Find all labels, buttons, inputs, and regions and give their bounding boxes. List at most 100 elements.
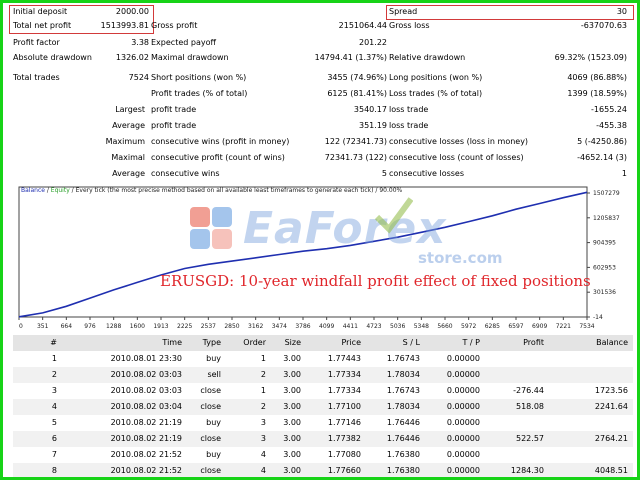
table-cell: Order <box>243 338 266 347</box>
table-cell: 3.00 <box>283 386 301 395</box>
x-tick-label: 4723 <box>366 323 381 330</box>
max-cons-wins-value: 122 (72341.73) <box>324 137 387 146</box>
table-cell: 1 <box>260 386 266 395</box>
table-cell: 0.00000 <box>446 370 480 379</box>
eaforex-logo-icon <box>190 207 232 249</box>
expected-payoff-value: 201.22 <box>359 38 387 47</box>
x-tick-label: 5660 <box>437 323 452 330</box>
profit-factor-label: Profit factor <box>13 38 60 47</box>
initial-deposit-value: 2000.00 <box>115 7 149 16</box>
table-cell: 518.08 <box>516 402 544 411</box>
x-tick-label: 3162 <box>248 323 263 330</box>
table-cell: 1.77334 <box>327 386 361 395</box>
y-tick-label: 904395 <box>593 240 616 247</box>
total-net-profit-label: Total net profit <box>13 21 72 30</box>
x-tick-label: 5348 <box>414 323 429 330</box>
table-cell: -276.44 <box>513 386 544 395</box>
table-cell: 522.57 <box>516 434 544 443</box>
table-cell: 3.00 <box>283 450 301 459</box>
chart-header: Balance / Equity / Every tick (the most … <box>21 187 402 194</box>
y-tick-label: 1507279 <box>593 190 620 197</box>
initial-deposit-label: Initial deposit <box>13 7 68 16</box>
maximal-drawdown-value: 14794.41 (1.37%) <box>314 53 387 62</box>
table-cell: 1.77146 <box>327 418 361 427</box>
x-tick-label: 5036 <box>390 323 405 330</box>
long-positions-value: 4069 (86.88%) <box>567 73 627 82</box>
table-cell: 2 <box>260 370 266 379</box>
table-cell: 1.77382 <box>327 434 361 443</box>
spread-value: 30 <box>616 7 627 16</box>
table-cell: 4 <box>260 450 266 459</box>
table-cell: 0.00000 <box>446 402 480 411</box>
table-cell: 4 <box>51 402 57 411</box>
average-profit-label: profit trade <box>151 121 197 130</box>
table-cell: S / L <box>402 338 420 347</box>
table-cell: Price <box>341 338 361 347</box>
average-label: Average <box>112 121 145 130</box>
average-loss-value: -455.38 <box>596 121 627 130</box>
total-trades-label: Total trades <box>13 73 60 82</box>
table-row: 1 2010.08.01 23:30 buy 1 3.00 1.77443 1.76743 0… <box>13 351 633 367</box>
table-cell: close <box>200 434 221 443</box>
loss-trades-label: Loss trades (% of total) <box>389 89 483 98</box>
table-cell: Type <box>202 338 221 347</box>
table-row: 5 2010.08.02 21:19 buy 3 3.00 1.77146 1.76446 0… <box>13 415 633 431</box>
overlay-title: ERUSGD: 10-year windfall profit effect o… <box>160 272 591 290</box>
y-tick-label: 301536 <box>593 289 616 296</box>
table-cell: T / P <box>462 338 481 347</box>
spread-highlight-box <box>386 5 634 20</box>
table-cell: 1.76446 <box>386 434 420 443</box>
expected-payoff-label: Expected payoff <box>151 38 216 47</box>
maximal-cons-loss-label: consecutive loss (count of losses) <box>389 153 524 162</box>
table-cell: buy <box>206 354 221 363</box>
maximal-cons-profit-value: 72341.73 (122) <box>324 153 387 162</box>
x-tick-label: 7534 <box>579 323 594 330</box>
chart-header-balance: Balance <box>21 187 45 194</box>
x-tick-label: 7221 <box>556 323 571 330</box>
maximal-label: Maximal <box>111 153 145 162</box>
x-tick-label: 2225 <box>177 323 192 330</box>
table-cell: Size <box>284 338 301 347</box>
table-cell: 3 <box>51 386 57 395</box>
chart-header-equity: Equity <box>50 187 70 194</box>
table-cell: 0.00000 <box>446 450 480 459</box>
table-cell: 1.77100 <box>327 402 361 411</box>
gross-profit-label: Gross profit <box>151 21 198 30</box>
table-cell: 3.00 <box>283 370 301 379</box>
max-cons-losses-value: 5 (-4250.86) <box>577 137 627 146</box>
table-cell: buy <box>206 450 221 459</box>
table-cell: 2010.08.02 03:03 <box>110 386 182 395</box>
short-positions-value: 3455 (74.96%) <box>327 73 387 82</box>
table-cell: 1.77080 <box>327 450 361 459</box>
table-cell: 2764.21 <box>594 434 628 443</box>
x-tick-label: 2537 <box>201 323 216 330</box>
largest-loss-value: -1655.24 <box>591 105 627 114</box>
table-cell: 1.77660 <box>327 466 361 475</box>
watermark-brand: EaForex <box>243 203 447 254</box>
table-cell: 1.76446 <box>386 418 420 427</box>
table-cell: 3.00 <box>283 434 301 443</box>
table-cell: 1.76743 <box>386 386 420 395</box>
relative-drawdown-value: 69.32% (1523.09) <box>554 53 627 62</box>
table-row: 6 2010.08.02 21:19 close 3 3.00 1.77382 1.7644… <box>13 431 633 447</box>
x-tick-label: 1600 <box>130 323 145 330</box>
table-cell: 0.00000 <box>446 418 480 427</box>
table-cell: 1284.30 <box>510 466 544 475</box>
table-cell: Balance <box>596 338 628 347</box>
table-cell: 0.00000 <box>446 386 480 395</box>
table-cell: 1 <box>51 354 57 363</box>
table-cell: buy <box>206 418 221 427</box>
largest-label: Largest <box>115 105 145 114</box>
relative-drawdown-label: Relative drawdown <box>389 53 466 62</box>
largest-profit-label: profit trade <box>151 105 197 114</box>
maximal-cons-loss-value: -4652.14 (3) <box>577 153 627 162</box>
x-tick-label: 2850 <box>224 323 239 330</box>
table-cell: Time <box>162 338 182 347</box>
table-cell: 3.00 <box>283 418 301 427</box>
x-tick-label: 6597 <box>508 323 523 330</box>
table-cell: 5 <box>51 418 57 427</box>
total-net-profit-value: 1513993.81 <box>100 21 149 30</box>
table-cell: 1.77443 <box>327 354 361 363</box>
table-cell: 0.00000 <box>446 466 480 475</box>
report-frame: Initial deposit 2000.00 Spread 30 Total … <box>0 0 640 480</box>
